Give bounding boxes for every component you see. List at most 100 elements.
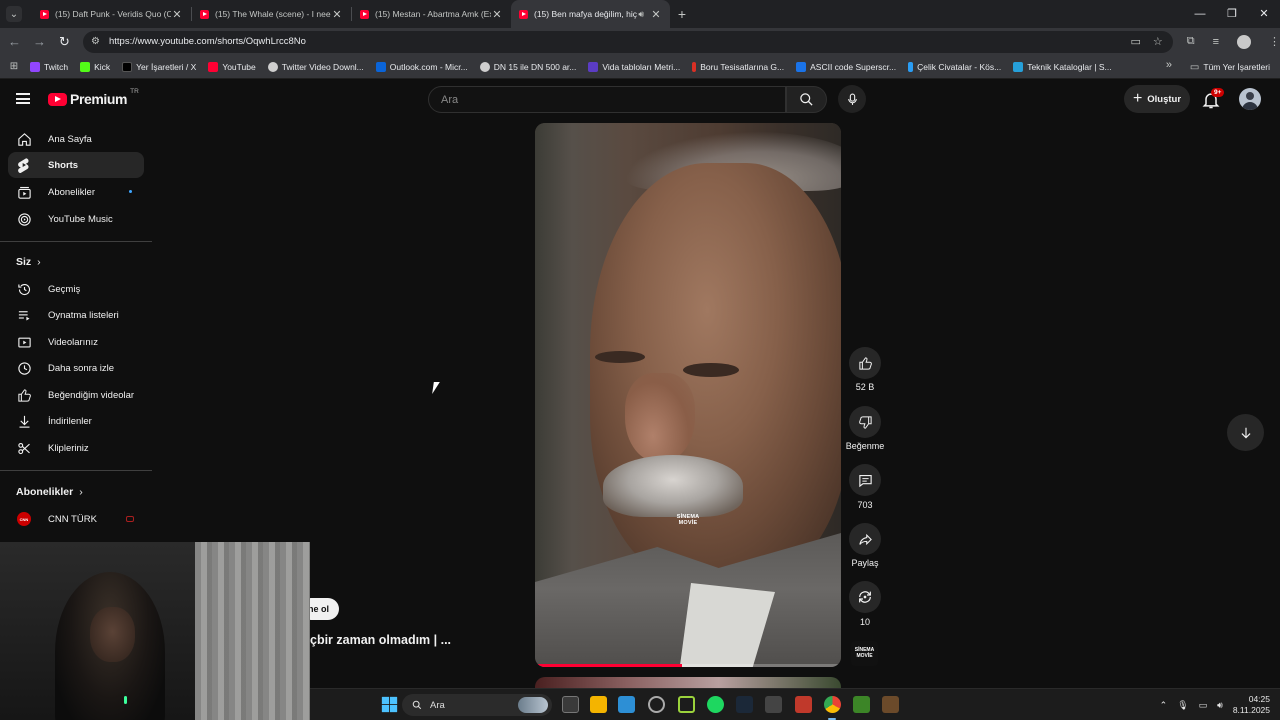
bookmark-teknik[interactable]: Teknik Kataloglar | S... xyxy=(1013,61,1112,72)
comments-button[interactable] xyxy=(849,464,881,496)
webcam-led xyxy=(124,696,127,704)
extensions-icon[interactable]: ⧉ xyxy=(1187,35,1195,48)
clock[interactable]: 04:25 8.11.2025 xyxy=(1233,694,1270,715)
windows-start-icon[interactable] xyxy=(381,696,398,713)
share-button[interactable] xyxy=(849,523,881,555)
sidebar-item-history[interactable]: Geçmiş xyxy=(8,276,144,302)
more-bookmarks-icon[interactable]: » xyxy=(1166,59,1172,71)
close-tab-icon[interactable]: ✕ xyxy=(171,8,183,21)
chrome-icon[interactable] xyxy=(824,696,841,713)
bookmark-x[interactable]: Yer İşaretleri / X xyxy=(122,61,196,72)
url-bar[interactable]: ⚙ https://www.youtube.com/shorts/OqwhLrc… xyxy=(83,30,1173,53)
minimize-icon[interactable]: — xyxy=(1184,0,1216,28)
video-progress-bar[interactable] xyxy=(535,664,841,667)
app-icon[interactable] xyxy=(882,696,899,713)
close-tab-icon[interactable]: ✕ xyxy=(331,8,343,21)
sidebar-item-home[interactable]: Ana Sayfa xyxy=(8,126,144,152)
sidebar-item-youtube-music[interactable]: YouTube Music xyxy=(8,206,144,232)
close-tab-icon[interactable]: ✕ xyxy=(491,8,503,21)
sidebar-item-clips[interactable]: Klipleriniz xyxy=(8,435,144,461)
task-view-icon[interactable] xyxy=(562,696,579,713)
reload-icon[interactable]: ↻ xyxy=(52,34,77,50)
github-icon[interactable] xyxy=(648,696,665,713)
profile-avatar-icon[interactable] xyxy=(1237,34,1252,49)
close-tab-icon[interactable]: ✕ xyxy=(650,8,662,21)
short-title[interactable]: çbir zaman olmadım | ... xyxy=(310,633,451,647)
steam-icon[interactable] xyxy=(736,696,753,713)
cnn-turk-avatar: CNN xyxy=(16,511,32,527)
app-icon[interactable] xyxy=(795,696,812,713)
chevron-up-icon[interactable]: ⌃ xyxy=(1160,700,1168,711)
new-tab-icon[interactable]: + xyxy=(670,6,694,22)
search-input[interactable]: Ara xyxy=(428,86,786,113)
bookmark-boru[interactable]: Boru Tesisatlarına G... xyxy=(692,61,784,72)
sidebar-item-shorts[interactable]: Shorts xyxy=(8,152,144,178)
subscribe-label: ne ol xyxy=(308,604,330,614)
app-icon[interactable] xyxy=(618,696,635,713)
app-icon[interactable] xyxy=(678,696,695,713)
voice-search-button[interactable] xyxy=(838,85,866,113)
account-avatar[interactable] xyxy=(1239,88,1261,110)
bookmark-twitter-downloader[interactable]: Twitter Video Downl... xyxy=(267,61,364,72)
bookmark-vida[interactable]: Vida tabloları Metri... xyxy=(588,61,680,72)
remix-button[interactable] xyxy=(849,581,881,613)
bookmark-ascii[interactable]: ASCII code Superscr... xyxy=(796,61,896,72)
you-section-heading[interactable]: Siz › xyxy=(16,256,41,268)
site-info-icon[interactable]: ⚙ xyxy=(91,36,103,47)
network-icon[interactable]: ▭ xyxy=(1199,700,1208,711)
bookmark-celik[interactable]: Çelik Civatalar - Kös... xyxy=(908,61,1002,72)
close-window-icon[interactable]: ✕ xyxy=(1248,0,1280,28)
dislike-button[interactable] xyxy=(849,406,881,438)
forward-icon[interactable]: → xyxy=(27,34,52,49)
browser-tab-3[interactable]: (15) Mestan - Abartma Amk (Ex ✕ xyxy=(352,0,511,28)
you-heading-label: Siz xyxy=(16,256,32,268)
tab-search-icon[interactable]: ⌄ xyxy=(6,6,22,22)
sidebar-item-subscriptions[interactable]: Abonelikler xyxy=(8,179,144,205)
taskbar-search[interactable]: Ara xyxy=(402,694,552,716)
next-short-button[interactable] xyxy=(1227,414,1264,451)
media-control-icon[interactable]: ≡ xyxy=(1213,36,1219,48)
sidebar-item-cnn-turk[interactable]: CNN CNN TÜRK xyxy=(8,506,144,532)
audio-playing-icon[interactable]: 🔊︎ xyxy=(638,9,644,20)
share-icon xyxy=(858,533,872,545)
bookmark-outlook[interactable]: Outlook.com - Micr... xyxy=(375,61,468,72)
channel-badge[interactable]: SİNEMA MOVİE xyxy=(851,641,878,666)
bookmark-dn15[interactable]: DN 15 ile DN 500 ar... xyxy=(479,61,576,72)
restore-icon[interactable]: ❐ xyxy=(1216,0,1248,28)
microphone-icon[interactable]: 🎙︎ xyxy=(1177,700,1188,711)
spotify-icon[interactable] xyxy=(707,696,724,713)
youtube-premium-logo[interactable]: Premium TR xyxy=(48,88,139,107)
sidebar-item-liked-videos[interactable]: Beğendiğim videolar xyxy=(8,382,144,408)
search-icon xyxy=(412,700,422,710)
like-button[interactable] xyxy=(849,347,881,379)
sidebar-item-playlists[interactable]: Oynatma listeleri xyxy=(8,302,144,328)
sidebar-item-watch-later[interactable]: Daha sonra izle xyxy=(8,355,144,381)
bookmark-twitch[interactable]: Twitch xyxy=(30,61,68,72)
sidebar-item-your-videos[interactable]: Videolarınız xyxy=(8,329,144,355)
back-icon[interactable]: ← xyxy=(2,34,27,49)
browser-tab-1[interactable]: (15) Daft Punk - Veridis Quo (O ✕ xyxy=(32,0,191,28)
bookmark-youtube[interactable]: YouTube xyxy=(208,61,256,72)
apps-grid-icon[interactable]: ⊞ xyxy=(2,61,26,72)
file-explorer-icon[interactable] xyxy=(590,696,607,713)
menu-icon[interactable] xyxy=(16,93,30,104)
search-button[interactable] xyxy=(786,86,827,113)
browser-menu-icon[interactable]: ⋮ xyxy=(1269,35,1280,48)
subscriptions-section-heading[interactable]: Abonelikler › xyxy=(16,486,83,498)
bookmark-star-icon[interactable]: ☆ xyxy=(1153,35,1163,48)
comment-icon xyxy=(858,474,872,487)
shorts-video-player[interactable]: SİNEMA MOVİE xyxy=(535,123,841,667)
browser-tab-4[interactable]: (15) Ben mafya değilim, hiç 🔊︎ ✕ xyxy=(511,0,670,28)
address-bar-row: ← → ↻ ⚙ https://www.youtube.com/shorts/O… xyxy=(0,28,1280,55)
volume-icon[interactable]: 🔊︎ xyxy=(1217,700,1223,711)
cast-icon[interactable]: ▭ xyxy=(1130,35,1140,48)
minecraft-icon[interactable] xyxy=(853,696,870,713)
bookmark-label: Çelik Civatalar - Kös... xyxy=(917,61,1002,72)
scissors-icon xyxy=(16,440,32,456)
bookmark-kick[interactable]: Kick xyxy=(80,61,110,72)
create-button[interactable]: + Oluştur xyxy=(1124,85,1190,113)
all-bookmarks-button[interactable]: ▭ Tüm Yer İşaretleri xyxy=(1190,55,1270,79)
sidebar-item-downloads[interactable]: İndirilenler xyxy=(8,408,144,434)
app-icon[interactable] xyxy=(765,696,782,713)
browser-tab-2[interactable]: (15) The Whale (scene) - I need ✕ xyxy=(192,0,351,28)
